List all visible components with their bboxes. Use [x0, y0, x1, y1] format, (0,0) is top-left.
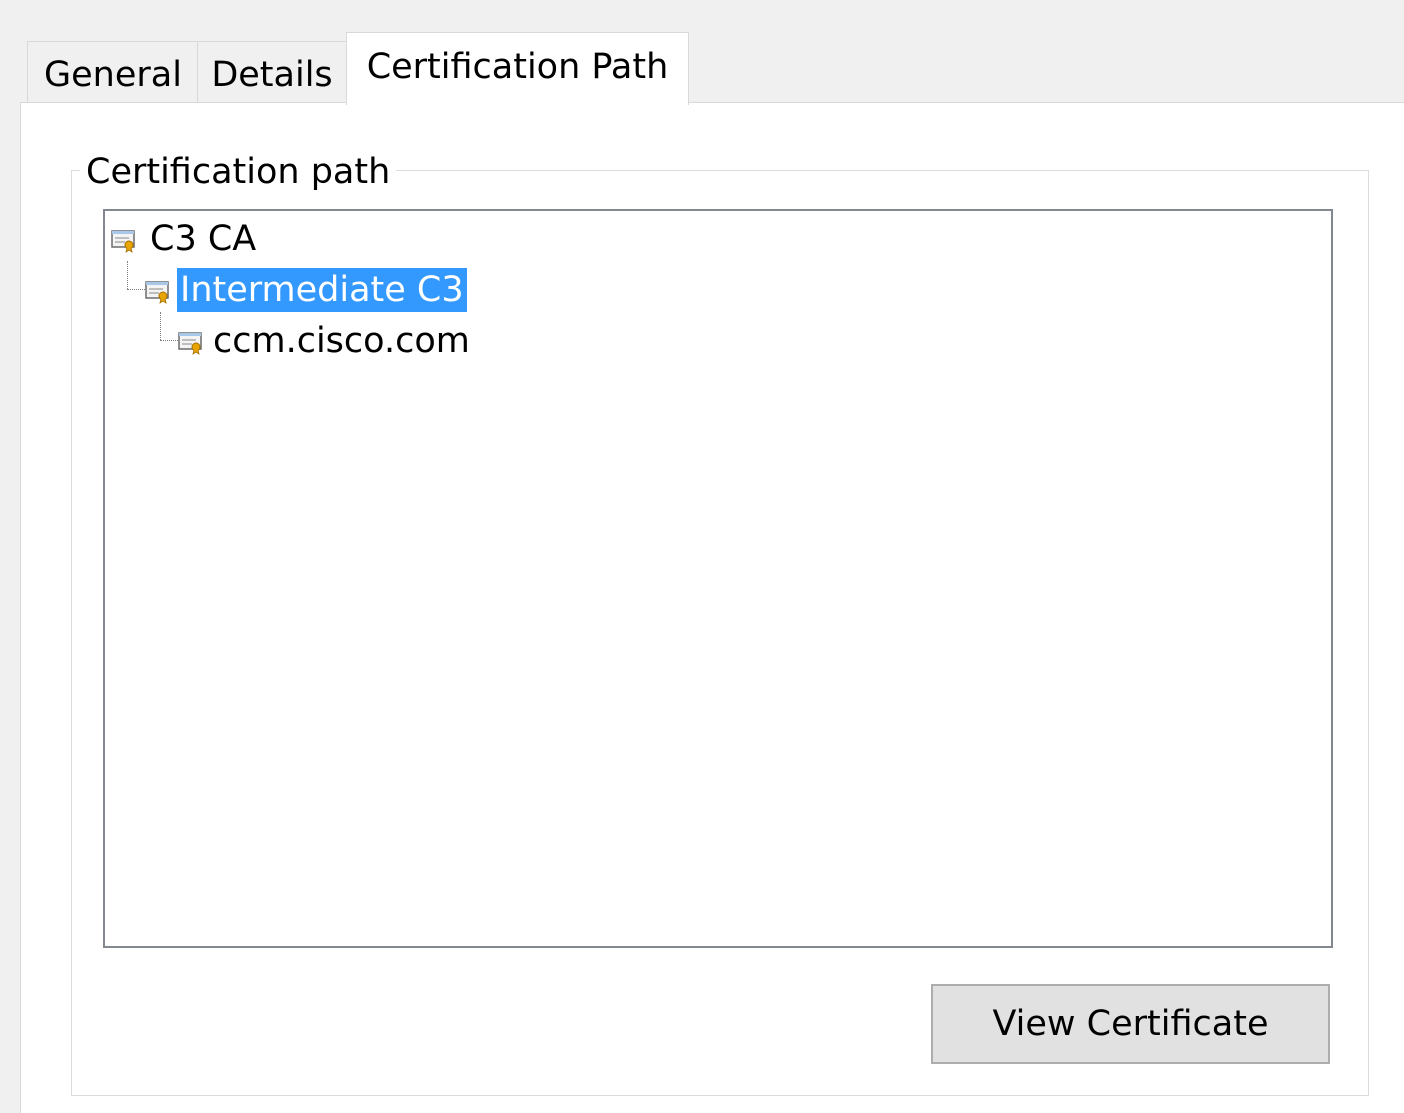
tab-details[interactable]: Details: [197, 41, 347, 103]
tree-connector: [127, 289, 145, 290]
tree-connector: [160, 312, 161, 340]
tree-node-c3-ca[interactable]: C3 CA: [111, 217, 411, 261]
tree-node-label: C3 CA: [150, 219, 257, 259]
certificate-icon: [111, 230, 135, 253]
tab-certification-path[interactable]: Certification Path: [346, 32, 689, 105]
group-title: Certification path: [80, 150, 397, 194]
certificate-dialog: General Details Certification Path Certi…: [0, 0, 1404, 1113]
tree-node-ccm-cisco-com[interactable]: ccm.cisco.com: [178, 319, 518, 363]
tab-general[interactable]: General: [27, 41, 198, 103]
tree-connector: [160, 340, 178, 341]
certificate-icon: [145, 281, 169, 304]
tree-node-intermediate-c3[interactable]: Intermediate C3: [145, 268, 485, 312]
certificate-icon: [178, 332, 202, 355]
certification-path-tree[interactable]: C3 CA Intermediate C3 ccm.cisco.com: [103, 209, 1333, 948]
tree-node-label: ccm.cisco.com: [213, 321, 470, 361]
tree-connector: [127, 261, 128, 289]
view-certificate-button[interactable]: View Certificate: [931, 984, 1330, 1064]
tree-node-label: Intermediate C3: [177, 268, 467, 312]
